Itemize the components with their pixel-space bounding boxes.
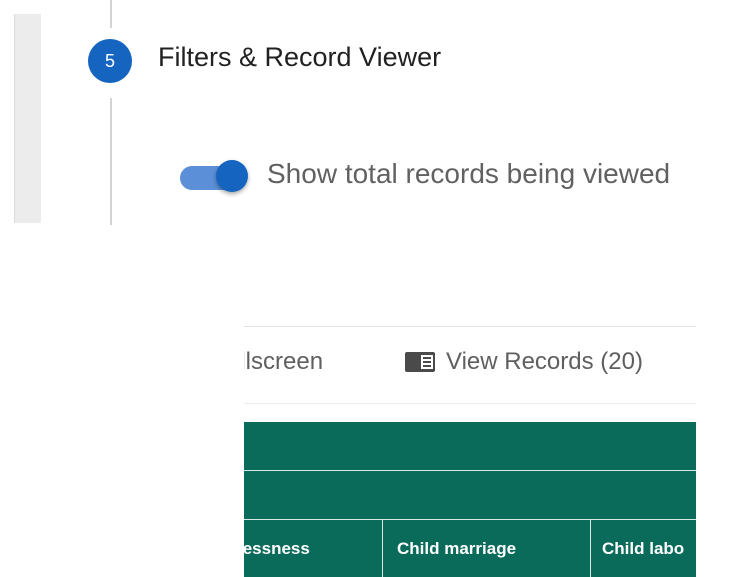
- step-connector: [110, 98, 112, 225]
- show-total-records-toggle[interactable]: [178, 159, 248, 193]
- outer-rail: [14, 14, 41, 223]
- step-title[interactable]: Filters & Record Viewer: [158, 42, 441, 73]
- stepper-panel: 5 Filters & Record Viewer Show total rec…: [0, 0, 744, 225]
- header-group-row-2: [244, 471, 696, 520]
- step-connector-top: [110, 0, 112, 28]
- toggle-label[interactable]: Show total records being viewed: [267, 158, 670, 190]
- viewer-toolbar: ullscreen View Records (20): [244, 326, 696, 404]
- header-column-row: lessness Child marriage Child labo: [244, 520, 696, 577]
- book-icon: [405, 352, 435, 372]
- page: 5 Filters & Record Viewer Show total rec…: [0, 0, 744, 577]
- step-number-badge[interactable]: 5: [88, 39, 132, 83]
- records-viewer: ullscreen View Records (20) lessness Chi…: [244, 326, 696, 577]
- column-header-homelessness[interactable]: lessness: [244, 520, 380, 577]
- header-group-row-1: [244, 422, 696, 471]
- column-header-child-labour[interactable]: Child labo: [590, 520, 696, 577]
- fullscreen-button[interactable]: ullscreen: [244, 348, 323, 376]
- toggle-thumb: [216, 160, 248, 192]
- view-records-button[interactable]: View Records (20): [404, 348, 643, 376]
- view-records-label: View Records (20): [446, 348, 643, 375]
- column-header-child-marriage[interactable]: Child marriage: [382, 520, 590, 577]
- records-table-header: lessness Child marriage Child labo: [244, 422, 696, 577]
